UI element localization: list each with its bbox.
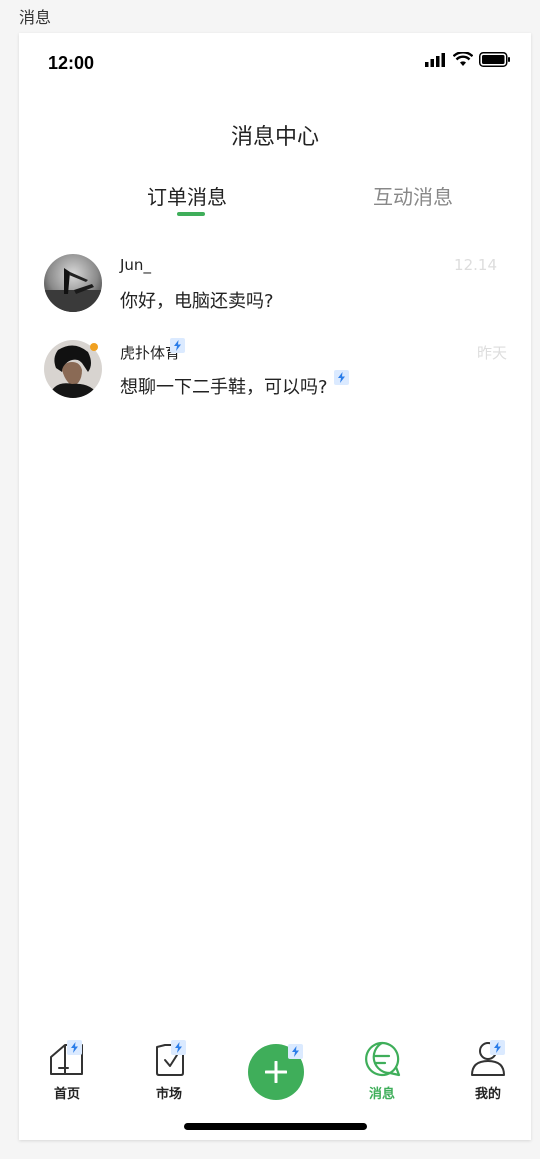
tab-interaction-messages[interactable]: 互动消息	[373, 181, 453, 210]
tab-order-messages[interactable]: 订单消息	[147, 181, 227, 210]
wifi-icon	[453, 52, 473, 66]
status-time: 12:00	[48, 53, 95, 73]
plus-icon	[265, 1061, 287, 1083]
bottom-tab-bar: 首页 市场 消息 我的	[19, 1033, 531, 1113]
tabbar-item-messages[interactable]: 消息	[342, 1033, 422, 1103]
phone-screen: 12:00 消息中心 订单消息 互动消息 Jun_ 你好，电脑还卖吗? 12.1…	[19, 33, 531, 1140]
bolt-badge-icon	[288, 1044, 303, 1059]
message-item[interactable]: 虎扑体育 想聊一下二手鞋，可以吗? 昨天	[19, 338, 531, 408]
page-title: 消息中心	[230, 125, 319, 150]
tabbar-label: 消息	[368, 1087, 395, 1102]
tabbar-item-market[interactable]: 市场	[129, 1033, 209, 1103]
signal-icon	[425, 52, 445, 67]
bolt-badge-icon	[490, 1040, 505, 1055]
tabbar-item-profile[interactable]: 我的	[448, 1033, 528, 1103]
tabbar-label: 首页	[53, 1087, 80, 1102]
battery-icon	[479, 52, 510, 67]
bolt-badge-icon	[67, 1040, 82, 1055]
status-icons	[425, 52, 511, 67]
tabbar-label: 我的	[474, 1087, 501, 1102]
active-tab-indicator	[177, 212, 205, 216]
unread-dot	[90, 343, 98, 351]
home-indicator	[184, 1123, 367, 1130]
message-preview: 想聊一下二手鞋，可以吗?	[120, 377, 328, 398]
bolt-badge-icon	[334, 370, 349, 385]
bolt-badge-icon	[170, 338, 185, 353]
status-bar: 12:00	[19, 33, 531, 93]
message-icon	[365, 1041, 401, 1077]
bolt-badge-icon	[171, 1040, 186, 1055]
message-time: 12.14	[454, 256, 497, 274]
message-time: 昨天	[476, 344, 507, 362]
tabbar-item-home[interactable]: 首页	[27, 1033, 107, 1103]
message-preview: 你好，电脑还卖吗?	[120, 291, 274, 312]
message-item[interactable]: Jun_ 你好，电脑还卖吗? 12.14	[19, 252, 531, 322]
avatar	[44, 254, 102, 312]
tabbar-label: 市场	[155, 1087, 182, 1102]
message-sender: Jun_	[120, 256, 151, 274]
page-label: 消息	[19, 8, 52, 27]
